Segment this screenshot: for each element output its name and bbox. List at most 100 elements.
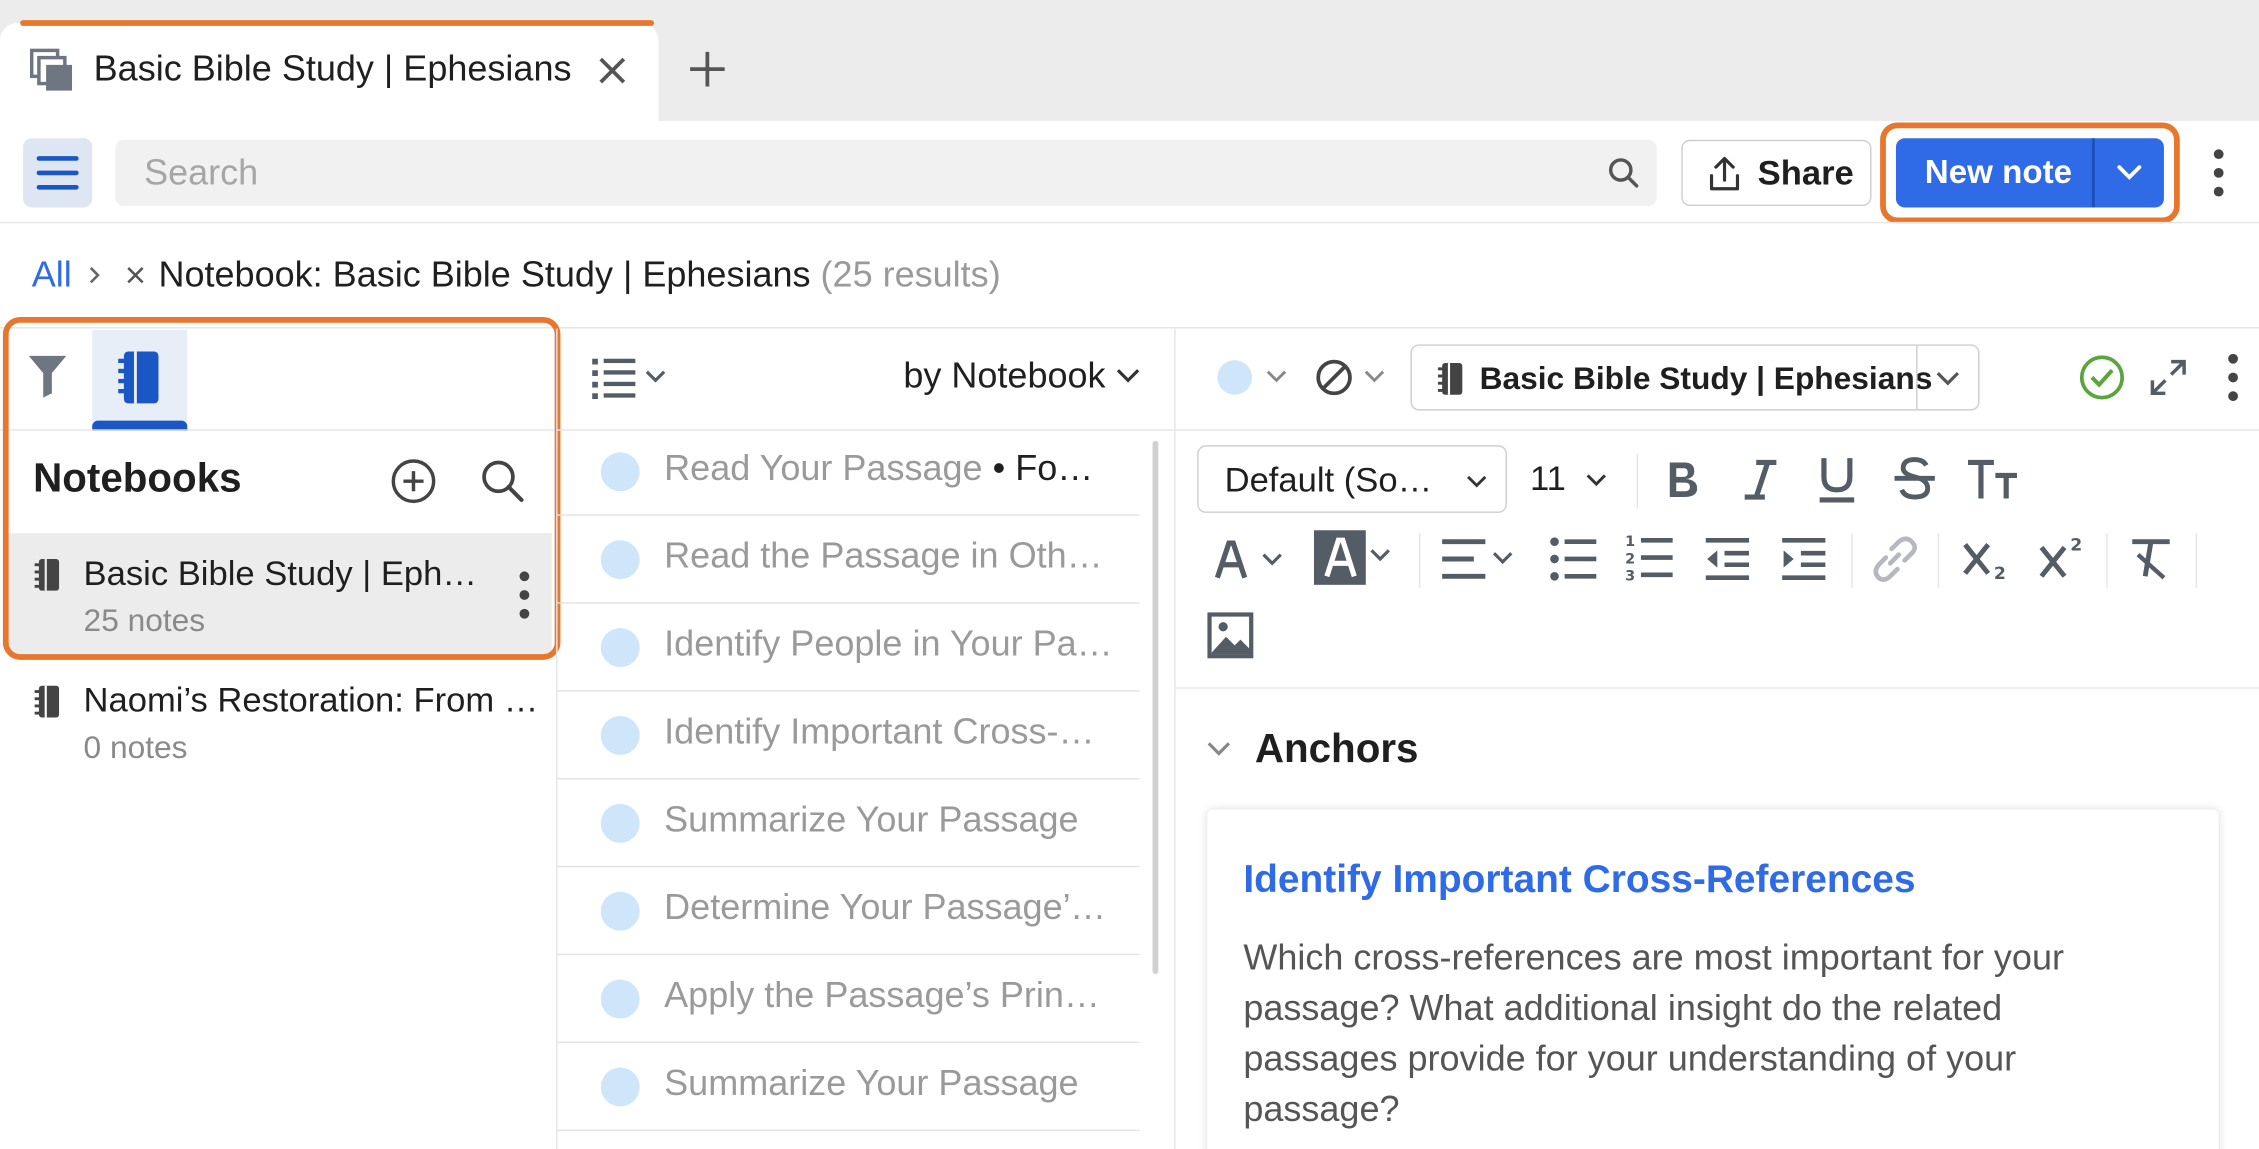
list-item[interactable]: Summarize Your Passage (557, 779, 1140, 868)
style-chevron-icon[interactable] (1363, 367, 1386, 384)
tab-title: Basic Bible Study | Ephesians (93, 48, 572, 90)
notebook-small-icon (34, 684, 61, 719)
outdent-icon[interactable] (1703, 536, 1752, 582)
list-item[interactable]: Determine Your Passage’s Principles (557, 867, 1140, 956)
notes-list-scrollbar[interactable] (1152, 440, 1159, 974)
tab-highlight (20, 20, 655, 26)
note-status-dot (600, 716, 640, 755)
insert-image-icon[interactable] (1207, 612, 1254, 659)
toolbar-separator (2106, 533, 2108, 588)
toolbar-separator (2195, 533, 2198, 588)
color-chevron-icon[interactable] (1265, 367, 1288, 384)
note-title: Apply the Passage’s Principles (664, 975, 1114, 1016)
font-size-chevron-icon[interactable] (1585, 471, 1608, 488)
italic-icon[interactable] (1740, 458, 1780, 501)
note-status-dot (600, 540, 640, 580)
anchor-card-title[interactable]: Identify Important Cross-References (1243, 857, 1915, 902)
list-view-icon[interactable] (592, 356, 670, 400)
anchors-heading[interactable]: Anchors (1255, 726, 1419, 772)
toolbar-separator (1937, 533, 1940, 588)
numbered-list-icon[interactable]: 12 3 (1625, 533, 1674, 582)
note-status-dot (600, 1067, 640, 1107)
font-family-select[interactable]: Default (So… (1197, 445, 1507, 513)
breadcrumb-filter-label: Notebook: Basic Bible Study | Ephesians (158, 255, 811, 296)
note-title: Summarize Your Passage (664, 1063, 1079, 1104)
svg-text:1: 1 (1625, 534, 1635, 550)
new-note-dropdown-chevron-icon[interactable] (2115, 161, 2144, 184)
toolbar-separator (1419, 533, 1421, 588)
anchors-collapse-chevron-icon[interactable] (1206, 739, 1232, 759)
new-note-label: New note (1924, 152, 2073, 191)
notebook-small-icon (1437, 362, 1464, 397)
note-snippet: Fo… (1015, 448, 1094, 489)
editor-toolbar-divider (1175, 687, 2259, 689)
editor-header-divider (1175, 429, 2259, 431)
note-status-dot (600, 803, 640, 843)
superscript-icon[interactable]: 2 (2039, 533, 2088, 579)
svg-text:2: 2 (1994, 564, 2006, 582)
link-icon[interactable] (1870, 534, 1919, 583)
notebook-item-naomi[interactable]: Naomi’s Restoration: From Bitterness to … (84, 681, 548, 721)
note-status-dot (600, 979, 640, 1019)
list-item[interactable]: Apply the Passage’s Principles (557, 955, 1140, 1044)
saved-check-icon (2079, 354, 2125, 400)
notebook-select[interactable]: Basic Bible Study | Ephesians (1410, 344, 1980, 411)
breadcrumb-filter: Notebook: Basic Bible Study | Ephesians … (158, 255, 1000, 297)
list-item[interactable]: Identify Important Cross-References (557, 692, 1140, 780)
results-count: (25 results) (820, 255, 1001, 296)
note-title: Determine Your Passage’s Principles (664, 887, 1113, 928)
share-button[interactable]: Share (1681, 139, 1872, 207)
note-color-dot[interactable] (1217, 360, 1252, 395)
search-icon[interactable] (1606, 156, 1641, 191)
hamburger-menu-button[interactable] (23, 138, 93, 208)
list-item[interactable]: Read the Passage in Other Translations (557, 516, 1140, 604)
column-divider (1174, 328, 1176, 1149)
sort-chevron-icon (1115, 366, 1141, 386)
expand-icon[interactable] (2150, 359, 2187, 396)
more-options-icon[interactable] (2211, 147, 2225, 199)
bullet-list-icon[interactable] (1549, 536, 1598, 582)
clear-formatting-icon[interactable] (2129, 537, 2175, 580)
search-input[interactable] (115, 139, 1585, 207)
underline-icon[interactable] (1817, 455, 1857, 504)
notebooks-panel-highlight (2, 316, 561, 660)
list-item[interactable]: Read Your Passage • Fo… (557, 428, 1140, 516)
hamburger-icon (36, 156, 79, 190)
font-family-label: Default (So… (1224, 461, 1433, 500)
subscript-icon[interactable]: 2 (1962, 539, 2011, 582)
font-size-select[interactable]: 11 (1530, 460, 1566, 500)
list-item[interactable]: Identify People in Your Passage (557, 604, 1140, 692)
notes-stack-icon (29, 48, 73, 91)
list-item[interactable]: Summarize Your Passage (557, 1043, 1140, 1131)
notebook-select-label: Basic Bible Study | Ephesians (1479, 360, 1933, 397)
notebook-select-chevron-icon[interactable] (1935, 369, 1961, 389)
toolbar-divider (0, 221, 2259, 224)
text-color-icon[interactable] (1214, 539, 1284, 582)
search-bar (115, 139, 1657, 207)
new-tab-plus-icon[interactable] (687, 49, 727, 89)
remove-filter-icon[interactable] (125, 265, 145, 285)
note-status-dot (600, 452, 640, 492)
svg-text:2: 2 (2070, 535, 2082, 555)
new-note-button[interactable]: New note (1895, 138, 2164, 208)
close-tab-icon[interactable] (595, 53, 630, 88)
breadcrumb-chevron-icon (88, 265, 102, 285)
bold-icon[interactable] (1664, 458, 1701, 501)
strikethrough-icon[interactable] (1893, 455, 1936, 501)
notebook-item-count: 0 notes (83, 728, 188, 766)
no-style-icon[interactable] (1314, 357, 1354, 397)
align-icon[interactable] (1439, 537, 1520, 580)
toolbar-separator (1851, 533, 1853, 588)
sort-by-dropdown[interactable]: by Notebook (903, 356, 1105, 398)
breadcrumb-all-link[interactable]: All (32, 255, 72, 297)
note-status-dot (600, 628, 640, 668)
anchor-card: Identify Important Cross-References Whic… (1207, 809, 2219, 1149)
editor-more-icon[interactable] (2226, 352, 2240, 404)
text-case-icon[interactable] (1965, 458, 2020, 501)
note-status-dot (600, 891, 640, 931)
highlight-color-icon[interactable] (1313, 530, 1398, 585)
note-title: Read Your Passage (664, 448, 983, 489)
svg-text:3: 3 (1625, 569, 1635, 582)
indent-icon[interactable] (1779, 536, 1828, 582)
note-title: Identify Important Cross-References (664, 711, 1114, 753)
